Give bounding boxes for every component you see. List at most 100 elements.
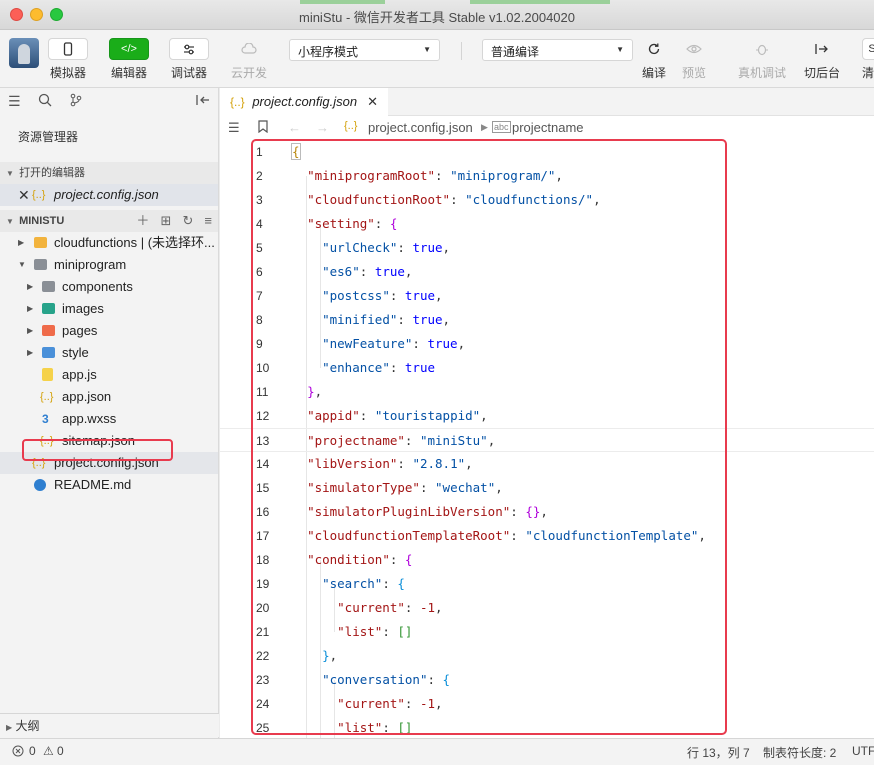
breadcrumb-file[interactable]: project.config.json	[368, 120, 473, 135]
debugger-button[interactable]: 调试器	[169, 38, 209, 81]
user-avatar[interactable]	[9, 38, 39, 68]
preview-label: 预览	[681, 66, 706, 80]
editor-button[interactable]: </> 编辑器	[109, 38, 149, 81]
list-icon[interactable]: ☰	[228, 120, 240, 136]
cloud-label: 云开发	[230, 66, 267, 80]
caret-down-icon: ▼	[423, 45, 431, 54]
tab-size[interactable]: 制表符长度: 2	[763, 744, 836, 761]
chevron-right-icon: ▶	[27, 348, 34, 357]
tree-item[interactable]: ▶ pages	[0, 320, 218, 342]
sidebar-activity-icons: ☰	[0, 88, 218, 116]
refresh-icon	[634, 38, 674, 60]
background-window-strip	[300, 0, 385, 4]
cloud-icon	[229, 38, 269, 60]
tree-item[interactable]: {..} app.json	[0, 386, 218, 408]
refresh-icon[interactable]: ↻	[182, 213, 193, 228]
bookmark-icon[interactable]	[258, 120, 268, 136]
preview-button[interactable]: 预览	[674, 38, 714, 81]
explorer-title: 资源管理器	[18, 130, 79, 144]
clear-icon: S	[862, 38, 874, 60]
mode-select[interactable]: 小程序模式 ▼	[289, 39, 440, 61]
encoding[interactable]: UTF	[852, 744, 874, 758]
chevron-right-icon: ▶	[27, 326, 34, 335]
folder-icon	[42, 325, 55, 336]
breadcrumb-symbol[interactable]: projectname	[512, 120, 584, 135]
tree-item-label: pages	[62, 323, 98, 338]
tree-item[interactable]: app.js	[0, 364, 218, 386]
collapse-sidebar-icon[interactable]	[196, 93, 210, 109]
source-control-icon[interactable]	[70, 93, 82, 110]
background-label: 切后台	[803, 66, 840, 80]
status-bar: 0 ⚠ 0 行 13，列 7 制表符长度: 2 UTF	[0, 738, 874, 765]
real-debug-button[interactable]: 真机调试	[738, 38, 786, 81]
tree-item-label: README.md	[54, 477, 132, 492]
background-window-strip	[470, 0, 610, 4]
json-file-icon: {..}	[344, 120, 358, 132]
open-editors-header[interactable]: ▼ 打开的编辑器	[0, 162, 218, 184]
tree-item[interactable]: ▶ components	[0, 276, 218, 298]
open-editor-filename: project.config.json	[54, 187, 159, 202]
switch-icon	[802, 38, 842, 60]
code-icon: </>	[109, 38, 149, 60]
error-count[interactable]: 0	[29, 744, 36, 758]
search-icon[interactable]	[38, 93, 52, 110]
simulator-button[interactable]: 模拟器	[48, 38, 88, 81]
open-editors-label: 打开的编辑器	[19, 167, 86, 179]
chevron-right-icon: ▶	[6, 723, 13, 732]
project-name-label: MINISTU	[19, 215, 65, 227]
compile-mode-select[interactable]: 普通编译 ▼	[482, 39, 633, 61]
compile-label: 编译	[641, 66, 666, 80]
tree-item[interactable]: ▶ style	[0, 342, 218, 364]
tree-item[interactable]: ▶ cloudfunctions | (未选择环...	[0, 232, 218, 254]
string-symbol-icon: abc	[492, 121, 511, 133]
explorer-sidebar: ☰ 资源管理器 ▼ 打开的编辑器 ✕ {..} project.config.j…	[0, 88, 219, 738]
tree-item-label: style	[62, 345, 89, 360]
back-arrow-icon[interactable]: ←	[288, 120, 301, 135]
editor-label: 编辑器	[110, 66, 147, 80]
new-file-icon[interactable]: ＋	[136, 213, 149, 228]
cursor-position[interactable]: 行 13，列 7	[687, 744, 750, 761]
compile-button[interactable]: 编译	[634, 38, 674, 81]
tree-item[interactable]: 3 app.wxss	[0, 408, 218, 430]
outline-panel-header[interactable]: ▶ 大纲	[0, 713, 219, 737]
editor-tab[interactable]: {..} project.config.json ✕	[220, 88, 388, 116]
debugger-label: 调试器	[170, 66, 207, 80]
tree-item-label: images	[62, 301, 104, 316]
list-icon[interactable]: ☰	[8, 93, 21, 110]
tree-item[interactable]: ▶ images	[0, 298, 218, 320]
project-actions: ＋ ⊞ ↻ ≡	[128, 210, 212, 233]
forward-arrow-icon[interactable]: →	[316, 120, 329, 135]
window-title: miniStu - 微信开发者工具 Stable v1.02.2004020	[298, 10, 575, 25]
code-highlight-box	[251, 139, 727, 735]
folder-icon	[34, 237, 47, 248]
close-icon[interactable]: ✕	[18, 184, 30, 206]
open-editor-item[interactable]: ✕ {..} project.config.json	[0, 184, 218, 206]
code-editor: {..} project.config.json ✕ ☰ ← → {..} pr…	[220, 88, 874, 738]
warning-count[interactable]: 0	[57, 744, 64, 758]
error-icon[interactable]	[12, 744, 24, 758]
project-header[interactable]: ▼ MINISTU ＋ ⊞ ↻ ≡	[0, 210, 218, 232]
editor-tab-label: project.config.json	[252, 94, 358, 109]
json-file-icon: {..}	[40, 391, 54, 403]
cloud-button[interactable]: 云开发	[229, 38, 269, 81]
sliders-icon	[169, 38, 209, 60]
background-button[interactable]: 切后台	[802, 38, 842, 81]
close-tab-icon[interactable]: ✕	[367, 88, 378, 116]
chevron-down-icon: ▼	[6, 169, 14, 178]
chevron-right-icon: ▶	[18, 238, 25, 247]
clear-button[interactable]: S 清	[862, 38, 874, 81]
collapse-all-icon[interactable]: ≡	[204, 213, 212, 228]
warning-icon[interactable]: ⚠	[43, 744, 54, 758]
tree-item[interactable]: README.md	[0, 474, 218, 496]
tree-item-label: app.json	[62, 389, 112, 404]
tree-item[interactable]: ▼ miniprogram	[0, 254, 218, 276]
chevron-down-icon: ▼	[18, 260, 26, 269]
tree-item-label: components	[62, 279, 133, 294]
new-folder-icon[interactable]: ⊞	[160, 213, 171, 228]
editor-tab-bar: {..} project.config.json ✕	[220, 88, 874, 116]
title-bar: miniStu - 微信开发者工具 Stable v1.02.2004020	[0, 0, 874, 30]
compile-select-value: 普通编译	[491, 45, 540, 59]
outline-label: 大纲	[15, 719, 40, 733]
simulator-label: 模拟器	[49, 66, 86, 80]
tree-item-label: cloudfunctions | (未选择环...	[54, 235, 215, 250]
